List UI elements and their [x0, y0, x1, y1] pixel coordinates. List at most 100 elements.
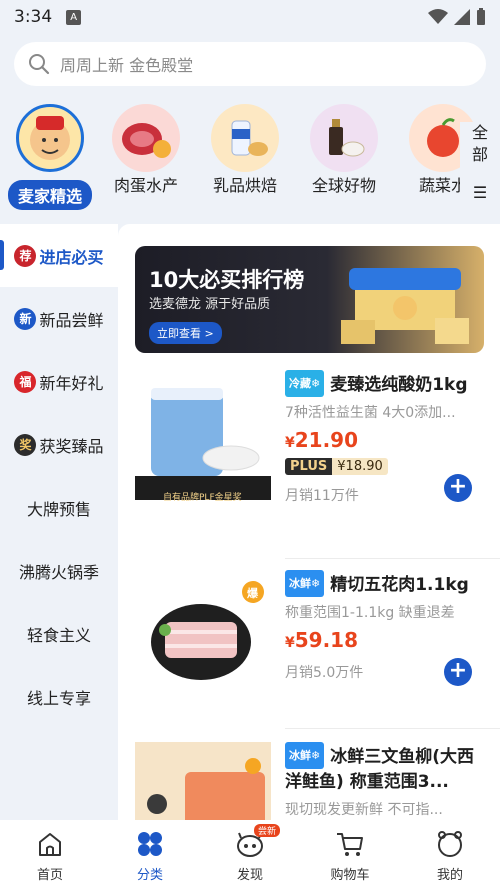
yogurt-image: [135, 370, 271, 500]
side-item-brand-presale[interactable]: 大牌预售: [0, 476, 118, 539]
product-price: ¥21.90: [285, 428, 484, 452]
signal-icon: [454, 9, 470, 25]
bottom-tab-bar: 首页 分类 尝新 发现 购物车 我的: [0, 820, 500, 888]
mascot-icon: [30, 116, 70, 160]
side-item-must-buy[interactable]: 荐 进店必买: [0, 224, 118, 287]
menu-icon: ☰: [472, 183, 488, 202]
product-name: 冰鲜❄ 精切五花肉1.1kg: [285, 570, 484, 598]
product-card-salmon[interactable]: 冰鲜❄ 冰鲜三文鱼柳(大西洋鲑鱼) 称重范围3... 现切现发更新鲜 不可指...: [135, 742, 484, 820]
hot-badge: 爆: [247, 587, 258, 600]
award-label: 自有品牌PLF金星奖: [163, 493, 242, 503]
plus-price: ¥18.90: [332, 458, 388, 475]
category-grid-icon: [138, 832, 162, 856]
side-item-award-winning[interactable]: 奖 获奖臻品: [0, 413, 118, 476]
fresh-tag: 冰鲜❄: [285, 570, 325, 597]
battery-icon: [477, 8, 485, 25]
side-item-new-year-gifts[interactable]: 福 新年好礼: [0, 350, 118, 413]
status-time: 3:34: [14, 7, 53, 27]
search-icon: [29, 54, 50, 75]
product-price: ¥59.18: [285, 628, 484, 652]
tab-home[interactable]: 首页: [0, 820, 100, 888]
side-item-hotpot-season[interactable]: 沸腾火锅季: [0, 539, 118, 602]
banner-view-button[interactable]: 立即查看 >: [149, 322, 222, 344]
shopping-cart-illustration: [341, 268, 469, 344]
category-image: [112, 104, 180, 172]
ranking-banner[interactable]: 10大必买排行榜 选麦德龙 源于好品质 立即查看 >: [135, 246, 484, 353]
wifi-icon: [428, 9, 448, 24]
side-item-label: 线上专享: [26, 688, 91, 708]
category-image: [211, 104, 279, 172]
category-maijia-jingxuan[interactable]: 麦家精选: [0, 104, 100, 210]
side-item-label: 进店必买: [39, 247, 104, 267]
currency-symbol: ¥: [285, 635, 295, 651]
currency-symbol: ¥: [285, 435, 295, 451]
new-badge: 尝新: [254, 824, 281, 837]
tab-cart[interactable]: 购物车: [300, 820, 400, 888]
product-card-yogurt[interactable]: 自有品牌PLF金星奖 冷藏❄ 麦臻选纯酸奶1kg 7种活性益生菌 4大0添加...…: [135, 370, 484, 560]
cart-icon: [337, 833, 363, 856]
all-label-1: 全: [471, 123, 488, 142]
product-description: 称重范围1-1.1kg 缺重退差: [285, 605, 455, 621]
side-item-label: 大牌预售: [26, 499, 91, 519]
product-name-text: 麦臻选纯酸奶1kg: [330, 375, 468, 395]
add-to-cart-button[interactable]: +: [444, 658, 472, 686]
all-categories-button[interactable]: 全 部 ☰: [460, 122, 500, 212]
tab-profile[interactable]: 我的: [400, 820, 500, 888]
notification-icon: A: [66, 9, 82, 25]
banner-subtitle: 选麦德龙 源于好品质: [149, 297, 271, 312]
side-item-new-products[interactable]: 新 新品尝鲜: [0, 287, 118, 350]
search-bar[interactable]: 周周上新 金色殿堂: [14, 42, 486, 86]
category-image: [16, 104, 84, 172]
product-card-pork-belly[interactable]: 爆 冰鲜❄ 精切五花肉1.1kg 称重范围1-1.1kg 缺重退差 ¥59.18 …: [135, 570, 484, 740]
cold-tag: 冷藏❄: [285, 370, 325, 397]
category-label: 麦家精选: [7, 180, 92, 210]
product-description: 7种活性益生菌 4大0添加...: [285, 405, 456, 421]
product-name: 冷藏❄ 麦臻选纯酸奶1kg: [285, 370, 484, 398]
category-global-goods[interactable]: 全球好物: [294, 104, 394, 196]
category-image: [310, 104, 378, 172]
meat-icon: [122, 123, 171, 158]
tab-label: 发现: [236, 868, 263, 883]
cosmetics-icon: [329, 119, 365, 157]
side-item-online-exclusive[interactable]: 线上专享: [0, 665, 118, 728]
tab-label: 购物车: [330, 868, 370, 883]
tab-label: 首页: [36, 868, 63, 883]
side-item-label: 沸腾火锅季: [18, 562, 99, 582]
divider: [285, 728, 500, 729]
home-icon: [39, 833, 61, 856]
category-row: 麦家精选 肉蛋水产 乳品烘焙 全球好物 蔬菜水 全 部 ☰: [0, 104, 500, 214]
product-description: 现切现发更新鲜 不可指...: [285, 802, 443, 818]
category-dairy-bakery[interactable]: 乳品烘焙: [195, 104, 295, 196]
side-nav: 荐 进店必买 新 新品尝鲜 福 新年好礼 奖 获奖臻品 大牌预售 沸腾火锅季 轻…: [0, 224, 118, 820]
salmon-image: [135, 742, 271, 820]
milk-icon: [231, 120, 268, 156]
plus-price-badge: PLUS ¥18.90: [285, 458, 388, 475]
all-label-2: 部: [471, 145, 488, 164]
fortune-icon: 福: [14, 370, 37, 393]
status-bar: 3:34 A: [0, 0, 500, 34]
search-placeholder: 周周上新 金色殿堂: [60, 56, 194, 75]
category-label: 乳品烘焙: [212, 176, 277, 195]
price-value: 59.18: [294, 628, 359, 652]
product-name-text: 精切五花肉1.1kg: [330, 575, 469, 595]
tab-category[interactable]: 分类: [100, 820, 200, 888]
award-icon: 奖: [14, 433, 37, 456]
side-item-light-meals[interactable]: 轻食主义: [0, 602, 118, 665]
product-name: 冰鲜❄ 冰鲜三文鱼柳(大西洋鲑鱼) 称重范围3...: [285, 742, 484, 795]
category-label: 肉蛋水产: [113, 176, 178, 195]
side-item-label: 新品尝鲜: [39, 310, 104, 330]
profile-icon: [438, 831, 462, 857]
category-meat-egg-seafood[interactable]: 肉蛋水产: [96, 104, 196, 196]
price-value: 21.90: [294, 428, 359, 452]
add-to-cart-button[interactable]: +: [444, 474, 472, 502]
plus-label: PLUS: [285, 458, 333, 475]
banner-title: 10大必买排行榜: [149, 268, 305, 292]
tab-discover[interactable]: 尝新 发现: [200, 820, 300, 888]
recommend-icon: 荐: [14, 244, 37, 267]
product-info: 冰鲜❄ 冰鲜三文鱼柳(大西洋鲑鱼) 称重范围3... 现切现发更新鲜 不可指...: [285, 742, 484, 819]
category-label: 全球好物: [311, 176, 376, 195]
side-item-label: 轻食主义: [26, 625, 91, 645]
tab-label: 我的: [436, 868, 463, 883]
new-icon: 新: [14, 307, 37, 330]
product-panel: 10大必买排行榜 选麦德龙 源于好品质 立即查看 > 自有品牌PLF金星奖 冷藏…: [118, 224, 500, 820]
